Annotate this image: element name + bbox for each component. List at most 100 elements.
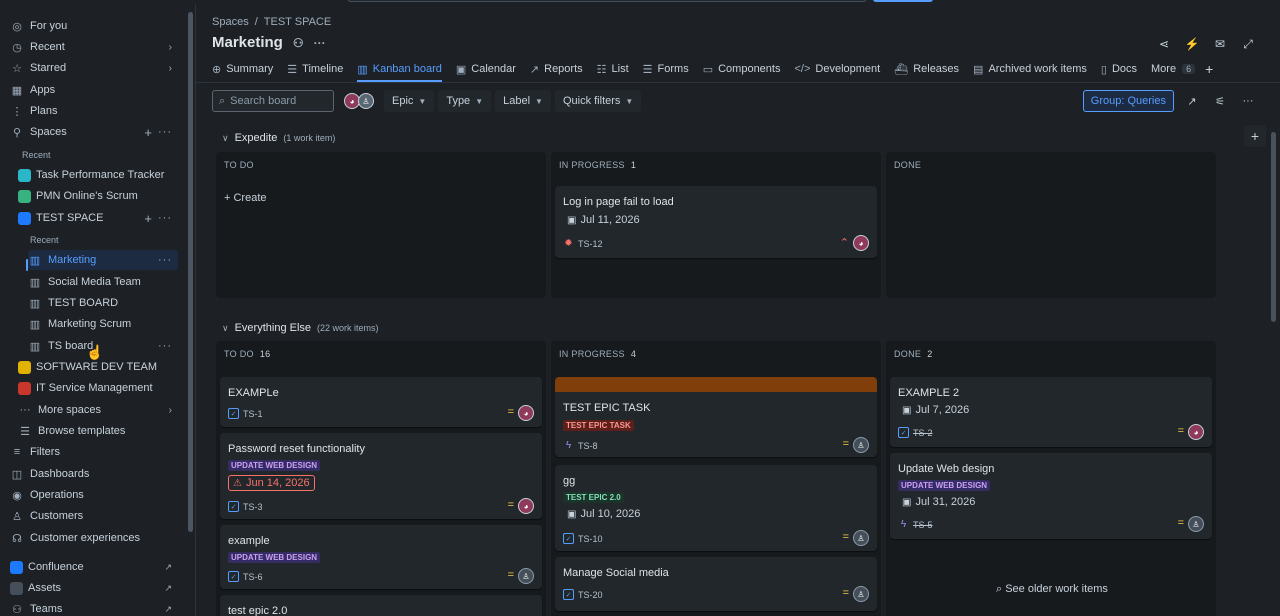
unassigned-avatar[interactable]: ♙ <box>853 586 869 602</box>
sidebar-scrollbar[interactable] <box>188 12 193 532</box>
chevron-right-icon[interactable]: › <box>169 405 172 416</box>
epic-label[interactable]: UPDATE WEB DESIGN <box>228 552 321 563</box>
tab-calendar[interactable]: ▣ Calendar <box>456 58 516 80</box>
sidebar-space-pmn-online-scrum[interactable]: PMN Online's Scrum <box>18 186 178 206</box>
label-filter[interactable]: Label ▼ <box>495 90 551 112</box>
unassigned-avatar[interactable]: ♙ <box>1188 516 1204 532</box>
sidebar-item-recent[interactable]: ◷ Recent › <box>10 37 178 57</box>
sidebar-item-dashboards[interactable]: ◫ Dashboards <box>10 464 178 484</box>
epic-filter[interactable]: Epic ▼ <box>384 90 435 112</box>
tab-more[interactable]: More 6 <box>1151 58 1196 80</box>
more-actions-icon[interactable]: ··· <box>158 212 172 224</box>
add-icon[interactable]: + <box>144 211 152 226</box>
swimlane-expedite[interactable]: ∨ Expedite (1 work item) <box>222 132 335 144</box>
add-tab-icon[interactable]: + <box>1205 61 1213 77</box>
sidebar-item-teams[interactable]: ⚇ Teams ↗ <box>10 599 178 616</box>
sidebar-board-marketing-scrum[interactable]: ▥ Marketing Scrum <box>28 314 178 334</box>
create-button[interactable]: + Create <box>224 192 267 204</box>
more-actions-icon[interactable]: ··· <box>314 36 326 50</box>
more-actions-icon[interactable]: ··· <box>1238 91 1258 111</box>
type-filter[interactable]: Type ▼ <box>438 90 492 112</box>
card-test-epic-2[interactable]: test epic 2.0 <box>220 595 542 616</box>
sidebar-board-social-media-team[interactable]: ▥ Social Media Team <box>28 272 178 292</box>
search-board-input[interactable]: ⌕ Search board <box>212 90 334 112</box>
global-search-input[interactable] <box>347 0 867 2</box>
card-ts-6[interactable]: example UPDATE WEB DESIGN ✓ TS-6 = ♙ <box>220 525 542 589</box>
swimlane-everything-else[interactable]: ∨ Everything Else (22 work items) <box>222 322 379 334</box>
sidebar-space-it-service-management[interactable]: IT Service Management <box>18 378 178 398</box>
tab-kanban-board[interactable]: ▥ Kanban board <box>357 58 442 82</box>
unassigned-avatar[interactable]: ♙ <box>853 530 869 546</box>
unassigned-avatar[interactable]: ♙ <box>358 93 374 109</box>
card-ts-12[interactable]: Log in page fail to load ▣ Jul 11, 2026 ✹… <box>555 186 877 258</box>
sidebar-space-task-performance-tracker[interactable]: Task Performance Tracker <box>18 165 178 185</box>
fullscreen-icon[interactable]: ⤢ <box>1238 34 1258 54</box>
epic-label[interactable]: TEST EPIC 2.0 <box>563 492 624 503</box>
tab-timeline[interactable]: ☰ Timeline <box>287 58 343 80</box>
add-space-icon[interactable]: + <box>144 125 152 140</box>
automation-icon[interactable]: ⚡ <box>1182 34 1202 54</box>
card-ts-1[interactable]: EXAMPLe ✓ TS-1 = ◕ <box>220 377 542 427</box>
card-ts-5[interactable]: Update Web design UPDATE WEB DESIGN ▣ Jul… <box>890 453 1212 539</box>
chevron-right-icon[interactable]: › <box>169 42 172 53</box>
team-icon[interactable]: ⚇ <box>293 36 304 50</box>
sidebar-item-filters[interactable]: ≡ Filters <box>10 442 178 462</box>
tab-archived-work-items[interactable]: ▤ Archived work items <box>973 58 1087 80</box>
sidebar-item-customer-experiences[interactable]: ☊ Customer experiences <box>10 528 178 548</box>
epic-label[interactable]: UPDATE WEB DESIGN <box>228 460 321 471</box>
avatar[interactable]: ◕ <box>1188 424 1204 440</box>
see-older-work-items-link[interactable]: ⌕ See older work items <box>996 583 1108 596</box>
feedback-icon[interactable]: ✉ <box>1210 34 1230 54</box>
sidebar-item-operations[interactable]: ◉ Operations <box>10 485 178 505</box>
sidebar-item-starred[interactable]: ☆ Starred › <box>10 58 178 78</box>
sidebar-board-test-board[interactable]: ▥ TEST BOARD <box>28 293 178 313</box>
more-actions-icon[interactable]: ··· <box>158 126 172 138</box>
tab-label: Kanban board <box>372 63 442 75</box>
avatar[interactable]: ◕ <box>518 498 534 514</box>
quick-filters[interactable]: Quick filters ▼ <box>554 90 642 112</box>
more-actions-icon[interactable]: ··· <box>158 254 172 266</box>
more-actions-icon[interactable]: ··· <box>158 340 172 352</box>
sidebar-item-label: PMN Online's Scrum <box>36 190 138 202</box>
epic-label[interactable]: TEST EPIC TASK <box>563 420 634 431</box>
tab-releases[interactable]: ⛴ Releases <box>894 58 959 80</box>
tab-summary[interactable]: ⊕ Summary <box>212 58 273 80</box>
share-icon[interactable]: ⋖ <box>1154 34 1174 54</box>
sidebar-item-more-spaces[interactable]: ··· More spaces › <box>18 400 178 420</box>
group-by-button[interactable]: Group: Queries <box>1082 90 1174 112</box>
breadcrumb-spaces[interactable]: Spaces <box>212 16 249 28</box>
sidebar-item-confluence[interactable]: Confluence ↗ <box>10 557 178 577</box>
sidebar-item-for-you[interactable]: ◎ For you <box>10 16 178 36</box>
sidebar-item-plans[interactable]: ⋮ Plans <box>10 101 178 121</box>
unassigned-avatar[interactable]: ♙ <box>518 568 534 584</box>
sidebar-space-test-space[interactable]: TEST SPACE + ··· <box>18 208 178 228</box>
avatar[interactable]: ◕ <box>853 235 869 251</box>
assignee-filter[interactable]: ◕ ♙ <box>344 93 374 109</box>
sidebar-board-marketing[interactable]: ▥ Marketing ··· <box>28 250 178 270</box>
tab-list[interactable]: ☷ List <box>597 58 629 80</box>
avatar[interactable]: ◕ <box>518 405 534 421</box>
breadcrumb-test-space[interactable]: TEST SPACE <box>264 16 331 28</box>
sidebar-item-spaces[interactable]: ⚲ Spaces + ··· <box>10 122 178 142</box>
card-ts-2[interactable]: EXAMPLE 2 ▣ Jul 7, 2026 ✓ TS-2 = ◕ <box>890 377 1212 447</box>
tab-components[interactable]: ▭ Components <box>703 58 781 80</box>
space-avatar-icon <box>18 381 31 395</box>
unassigned-avatar[interactable]: ♙ <box>853 437 869 453</box>
sidebar-item-customers[interactable]: ♙ Customers <box>10 506 178 526</box>
card-ts-8[interactable]: TEST EPIC TASK TEST EPIC TASK ϟ TS-8 = ♙ <box>555 377 877 457</box>
view-settings-icon[interactable]: ⚟ <box>1210 91 1230 111</box>
tab-reports[interactable]: ↗ Reports <box>530 58 583 80</box>
tab-forms[interactable]: ☰ Forms <box>643 58 689 80</box>
card-ts-20[interactable]: Manage Social media ✓ TS-20 = ♙ <box>555 557 877 611</box>
sidebar-item-apps[interactable]: ▦ Apps <box>10 80 178 100</box>
insights-icon[interactable]: ↗ <box>1182 91 1202 111</box>
card-ts-3[interactable]: Password reset functionality UPDATE WEB … <box>220 433 542 519</box>
sidebar-item-browse-templates[interactable]: ☰ Browse templates <box>18 421 178 441</box>
chevron-right-icon[interactable]: › <box>169 63 172 74</box>
tab-development[interactable]: </> Development <box>794 58 880 80</box>
epic-label[interactable]: UPDATE WEB DESIGN <box>898 480 991 491</box>
card-ts-10[interactable]: gg TEST EPIC 2.0 ▣ Jul 10, 2026 ✓ TS-10 = … <box>555 465 877 551</box>
sidebar-item-assets[interactable]: Assets ↗ <box>10 578 178 598</box>
tab-docs[interactable]: ▯ Docs <box>1101 58 1137 80</box>
create-button[interactable] <box>873 0 933 2</box>
